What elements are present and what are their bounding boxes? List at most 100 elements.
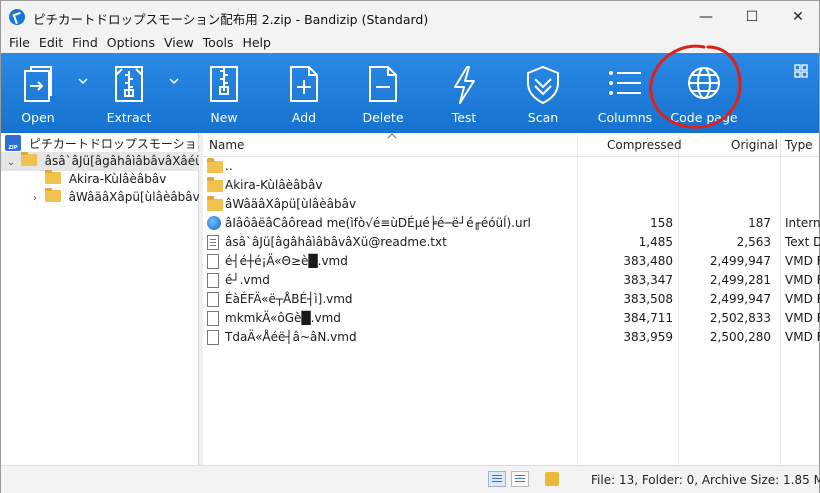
layout-grid-icon[interactable] — [793, 63, 809, 79]
table-row[interactable]: Akira-Kùlâèâbâv — [203, 176, 819, 195]
add-button[interactable]: Add — [277, 53, 331, 133]
file-icon — [207, 330, 219, 345]
folder-icon — [45, 170, 61, 184]
row-original: 2,499,947 — [709, 292, 771, 306]
text-file-icon — [207, 235, 219, 250]
table-row[interactable]: .. — [203, 157, 819, 176]
tree-item-label: Akira-Kùlâèâbâv — [68, 172, 167, 186]
column-compressed-header[interactable]: Compressed — [607, 138, 682, 152]
folder-icon — [207, 196, 223, 211]
row-original: 2,563 — [736, 235, 771, 249]
table-row[interactable]: mkmkÄ«ôGè█.vmd 384,711 2,502,833 VMD Fi — [203, 309, 820, 328]
row-compressed: 383,959 — [623, 330, 673, 344]
menu-help[interactable]: Help — [240, 33, 278, 53]
row-original: 2,499,281 — [709, 273, 771, 287]
row-name: Akira-Kùlâèâbâv — [225, 178, 323, 192]
extract-button[interactable]: Extract — [101, 53, 157, 133]
table-row[interactable]: âWâäâXâpü[ùlâèâbâv — [203, 195, 819, 214]
bandizip-window: ピチカートドロップスモーション配布用 2.zip - Bandizip (Sta… — [0, 0, 820, 493]
title-bar[interactable]: ピチカートドロップスモーション配布用 2.zip - Bandizip (Sta… — [1, 1, 819, 33]
window-title: ピチカートドロップスモーション配布用 2.zip - Bandizip (Sta… — [33, 12, 429, 27]
row-type: VMD Fi — [785, 254, 820, 268]
row-type: VMD Fi — [785, 273, 820, 287]
row-original: 2,499,947 — [709, 254, 771, 268]
row-type: Text Do — [785, 235, 820, 249]
row-original: 2,500,280 — [709, 330, 771, 344]
row-name: .. — [225, 159, 233, 173]
menu-tools[interactable]: Tools — [201, 33, 241, 53]
extract-icon — [115, 66, 143, 102]
table-row[interactable]: âIâôâëâCâôread me(ì­fò√é≡ùDÉµé╞é─ë┘é╓éóü… — [203, 214, 820, 233]
new-label: New — [210, 110, 238, 125]
file-icon — [207, 273, 219, 288]
chevron-down-icon[interactable]: ⌄ — [5, 153, 17, 171]
file-list: Name Compressed Original Type .. Akira-K… — [203, 133, 820, 465]
table-row[interactable]: TdaÄ«Åéë┤â~âN.vmd 383,959 2,500,280 VMD … — [203, 328, 820, 347]
row-compressed: 158 — [650, 216, 673, 230]
open-dropdown-chevron-icon[interactable] — [77, 75, 89, 87]
file-icon — [207, 254, 219, 269]
column-type-header[interactable]: Type — [785, 138, 813, 152]
tree-item[interactable]: ⌄ âsâ`âJü[âgâhâìâbâvâXâéü[âVâçâôözò — [1, 152, 199, 171]
row-type: Internet — [785, 216, 820, 230]
delete-file-icon — [369, 66, 397, 102]
red-annotation-circle — [649, 44, 742, 129]
menu-view[interactable]: View — [162, 33, 201, 53]
status-bar: File: 13, Folder: 0, Archive Size: 1.85 … — [1, 465, 820, 493]
row-type: VMD Fi — [785, 292, 820, 306]
folder-icon — [44, 188, 61, 202]
row-compressed: 383,508 — [623, 292, 673, 306]
tree-item-label: âWâäâXâpü[ùlâèâbâv — [68, 190, 199, 204]
extract-dropdown-chevron-icon[interactable] — [168, 75, 180, 87]
row-name: âWâäâXâpü[ùlâèâbâv — [225, 197, 357, 211]
test-label: Test — [451, 110, 477, 125]
list-view-icon[interactable] — [511, 471, 529, 487]
table-row[interactable]: é┤é┼é¡Ä«Θ≥è█.vmd 383,480 2,499,947 VMD F… — [203, 252, 820, 271]
bandizip-app-icon — [9, 9, 25, 25]
row-type: VMD Fi — [785, 311, 820, 325]
lightning-bolt-icon — [454, 66, 475, 104]
tree-root-label: ピチカートドロップスモーション配布用 2.zip — [28, 137, 199, 151]
column-name-header[interactable]: Name — [209, 138, 244, 152]
chevron-right-icon[interactable]: › — [29, 189, 41, 207]
folder-tree-pane: ピチカートドロップスモーション配布用 2.zip ⌄ âsâ`âJü[âgâhâ… — [1, 133, 199, 465]
list-header: Name Compressed Original Type — [203, 133, 819, 157]
test-button[interactable]: Test — [437, 53, 491, 133]
table-row[interactable]: é┘.vmd 383,347 2,499,281 VMD Fi — [203, 271, 820, 290]
tree-item[interactable]: › âWâäâXâpü[ùlâèâbâv — [1, 188, 199, 207]
row-name: âIâôâëâCâôread me(ì­fò√é≡ùDÉµé╞é─ë┘é╓éóü… — [225, 216, 531, 230]
menu-options[interactable]: Options — [105, 33, 162, 53]
scan-button[interactable]: Scan — [516, 53, 570, 133]
minimize-button[interactable]: — — [683, 1, 729, 33]
shield-icon — [527, 65, 559, 105]
menu-edit[interactable]: Edit — [37, 33, 70, 53]
columns-list-icon — [609, 71, 641, 95]
row-name: é┘.vmd — [225, 273, 270, 287]
menu-file[interactable]: File — [7, 33, 37, 53]
row-name: mkmkÄ«ôGè█.vmd — [225, 311, 341, 325]
tree-item-label: âsâ`âJü[âgâhâìâbâvâXâéü[âVâçâôözò — [44, 154, 199, 168]
row-type: VMD Fi — [785, 330, 820, 344]
maximize-button[interactable]: ☐ — [729, 1, 775, 33]
row-compressed: 384,711 — [623, 311, 673, 325]
new-archive-icon — [210, 66, 238, 102]
row-name: TdaÄ«Åéë┤â~âN.vmd — [225, 330, 357, 344]
row-original: 187 — [748, 216, 771, 230]
menu-find[interactable]: Find — [70, 33, 105, 53]
close-button[interactable]: ✕ — [775, 1, 820, 33]
row-compressed: 383,480 — [623, 254, 673, 268]
file-icon — [207, 292, 219, 307]
row-name: âsâ`âJü[âgâhâìâbâvâXü@readme.txt — [225, 235, 447, 249]
open-icon — [24, 66, 52, 102]
new-button[interactable]: New — [197, 53, 251, 133]
tree-item[interactable]: Akira-Kùlâèâbâv — [1, 170, 199, 189]
details-view-icon[interactable] — [488, 471, 506, 487]
sort-ascending-icon — [387, 133, 397, 139]
table-row[interactable]: âsâ`âJü[âgâhâìâbâvâXü@readme.txt 1,485 2… — [203, 233, 820, 252]
column-original-header[interactable]: Original — [731, 138, 778, 152]
delete-button[interactable]: Delete — [356, 53, 410, 133]
extract-label: Extract — [106, 110, 152, 125]
table-row[interactable]: ÉàÉFÄ«ë┬ÅBÉ┤ì].vmd 383,508 2,499,947 VMD… — [203, 290, 820, 309]
open-button[interactable]: Open — [11, 53, 65, 133]
scan-label: Scan — [527, 110, 559, 125]
